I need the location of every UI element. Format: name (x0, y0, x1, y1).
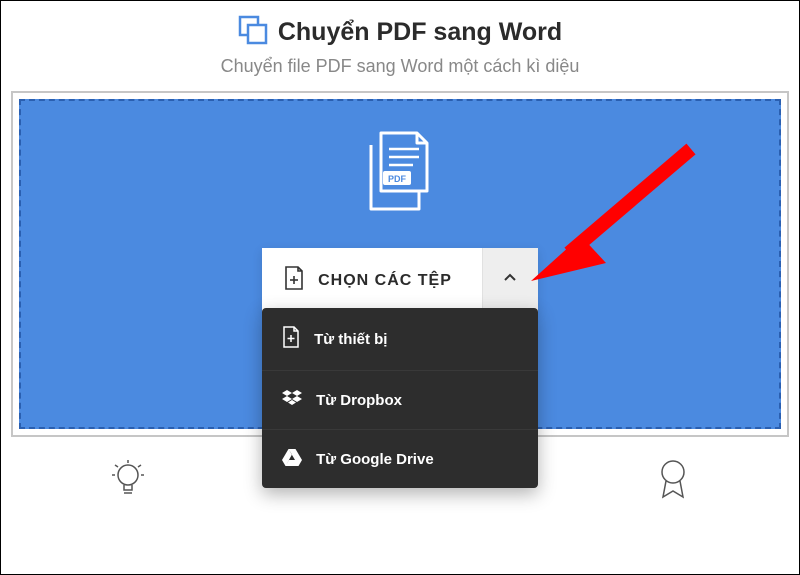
choose-files-button[interactable]: CHỌN CÁC TỆP (262, 248, 482, 313)
page-subtitle: Chuyển file PDF sang Word một cách kì di… (11, 56, 789, 77)
annotation-arrow (521, 141, 701, 296)
file-dropzone[interactable]: PDF (19, 99, 781, 429)
dropzone-frame: PDF (11, 91, 789, 437)
award-ribbon-icon (657, 459, 689, 504)
dropdown-item-label: Từ thiết bị (314, 331, 387, 348)
choose-files-group: CHỌN CÁC TỆP (262, 248, 538, 313)
google-drive-icon (282, 448, 302, 470)
dropdown-toggle[interactable] (482, 248, 538, 313)
choose-files-label: CHỌN CÁC TỆP (318, 272, 452, 290)
file-add-icon (284, 266, 304, 295)
dropdown-item-gdrive[interactable]: Từ Google Drive (262, 430, 538, 488)
convert-icon (238, 15, 268, 50)
lightbulb-icon (111, 459, 145, 504)
source-dropdown: Từ thiết bị Từ Dropbox (262, 308, 538, 488)
device-file-icon (282, 326, 300, 352)
svg-text:PDF: PDF (388, 174, 407, 184)
pdf-documents-icon: PDF (363, 131, 437, 224)
chevron-up-icon (502, 270, 518, 291)
page-header: Chuyển PDF sang Word Chuyển file PDF san… (11, 1, 789, 85)
dropdown-item-label: Từ Dropbox (316, 392, 402, 409)
dropbox-icon (282, 389, 302, 411)
dropdown-item-label: Từ Google Drive (316, 451, 434, 468)
dropdown-item-dropbox[interactable]: Từ Dropbox (262, 371, 538, 430)
page-title: Chuyển PDF sang Word (278, 18, 562, 47)
dropdown-item-device[interactable]: Từ thiết bị (262, 308, 538, 371)
